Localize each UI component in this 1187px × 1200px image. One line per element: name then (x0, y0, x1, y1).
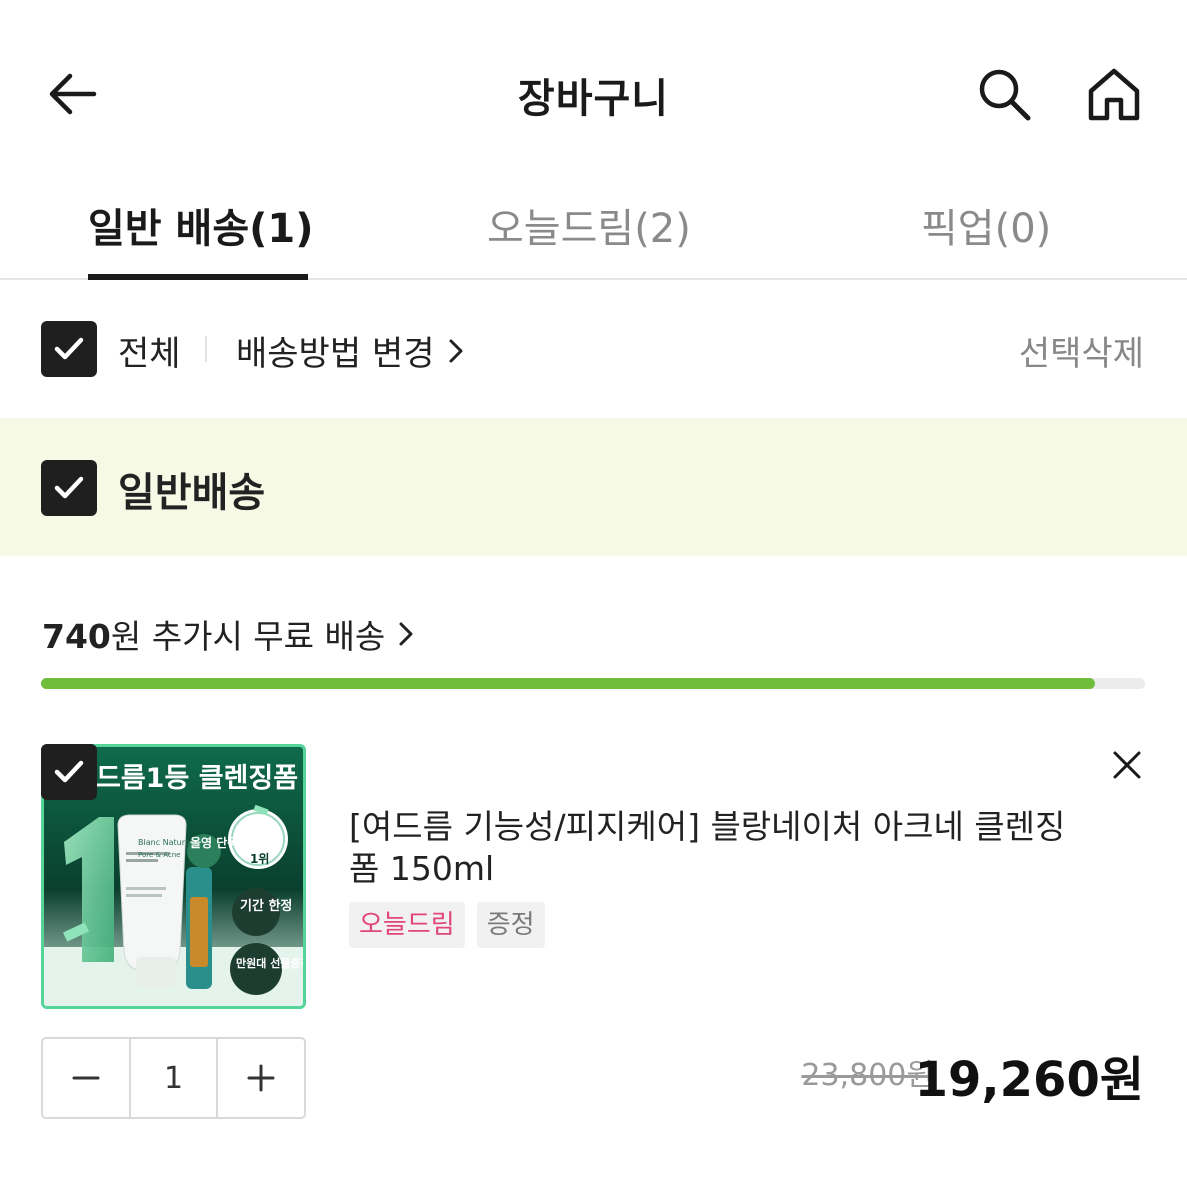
chevron-right-icon (449, 339, 462, 362)
product-badges: 오늘드림 증정 (349, 902, 545, 948)
close-icon (1113, 751, 1141, 779)
quantity-value[interactable]: 1 (129, 1039, 218, 1117)
check-icon (54, 760, 84, 783)
image-line: Pore & Acne (138, 851, 180, 859)
delivery-tabs: 일반 배송(1) 오늘드림(2) 픽업(0) (0, 180, 1187, 280)
tab-general-delivery[interactable]: 일반 배송(1) (88, 196, 314, 254)
delete-selected-button[interactable]: 선택삭제 (1019, 326, 1144, 375)
tab-pickup[interactable]: 픽업(0) (921, 196, 1051, 254)
free-shipping-text: 740원 추가시 무료 배송 (42, 610, 385, 658)
search-icon (979, 69, 1031, 121)
plus-icon (247, 1064, 275, 1092)
image-tag-limited: 기간 한정 (240, 898, 292, 914)
delivery-group-header: 일반배송 (0, 418, 1187, 556)
free-shipping-message: 원 추가시 무료 배송 (110, 617, 386, 656)
home-icon (1088, 68, 1140, 121)
image-tag-exclusive: 올영 단독 (190, 835, 238, 850)
group-label: 일반배송 (118, 470, 266, 516)
image-brand: Blanc Nature (138, 838, 190, 847)
home-button[interactable] (1082, 62, 1146, 126)
badge-today-dream: 오늘드림 (349, 902, 465, 948)
tab-today-dream[interactable]: 오늘드림(2) (487, 196, 691, 254)
change-shipping-button[interactable]: 배송방법 변경 (236, 326, 467, 375)
chevron-right-icon (399, 622, 413, 646)
image-tag-gift: 만원대 선물증정 (236, 956, 303, 970)
sale-price: 19,260원 (914, 1052, 1144, 1108)
badge-gift: 증정 (476, 902, 545, 948)
free-shipping-link[interactable]: 740원 추가시 무료 배송 (42, 610, 417, 658)
change-shipping-label: 배송방법 변경 (236, 334, 435, 374)
divider (205, 336, 207, 362)
free-shipping-progress (41, 678, 1145, 689)
increase-quantity-button[interactable] (218, 1039, 304, 1117)
image-headline: 드름1등 클렌징폼 (96, 763, 298, 794)
minus-icon (72, 1076, 100, 1080)
check-icon (54, 337, 84, 360)
progress-fill (41, 678, 1096, 689)
app-header: 장바구니 (0, 0, 1187, 180)
search-button[interactable] (972, 62, 1036, 126)
remove-item-button[interactable] (1104, 742, 1150, 788)
select-all-label[interactable]: 전체 (118, 326, 181, 375)
product-checkbox[interactable] (41, 744, 97, 800)
decrease-quantity-button[interactable] (43, 1039, 129, 1117)
group-checkbox[interactable] (41, 460, 97, 516)
free-shipping-amount: 740 (42, 617, 111, 656)
select-all-checkbox[interactable] (41, 321, 97, 377)
product-name[interactable]: [여드름 기능성/피지케어] 블랑네이처 아크네 클렌징폼 150ml (349, 806, 1089, 890)
quantity-stepper: 1 (41, 1037, 306, 1119)
check-icon (54, 476, 84, 499)
image-award: 1위 (250, 852, 269, 866)
select-bar: 전체 배송방법 변경 선택삭제 (0, 280, 1187, 418)
